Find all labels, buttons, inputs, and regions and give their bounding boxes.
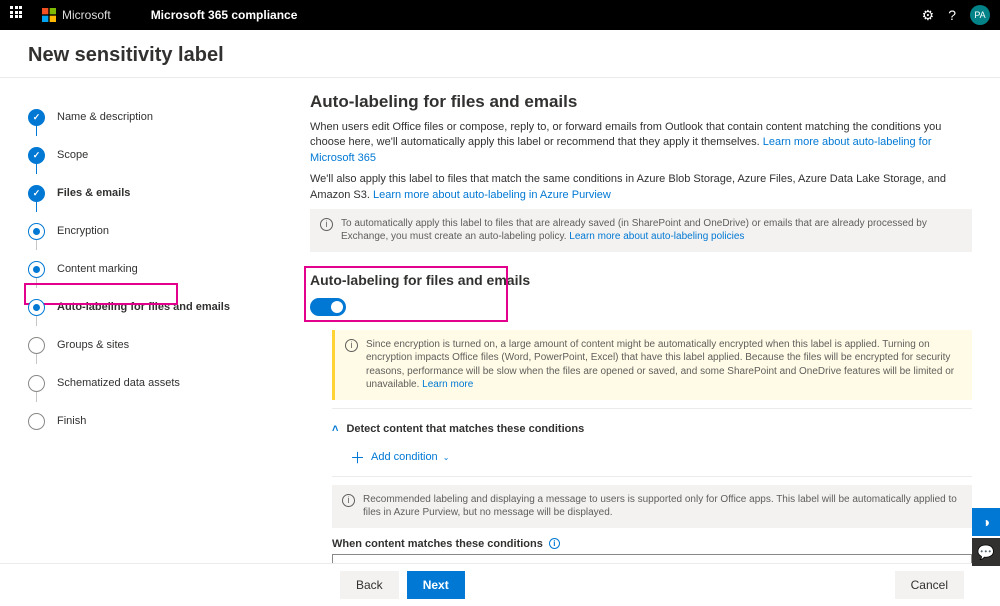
button-label: Add condition (371, 451, 438, 463)
app-title: Microsoft 365 compliance (151, 8, 298, 22)
match-conditions-label: When content matches these conditions i (332, 538, 972, 550)
banner-text: Recommended labeling and displaying a me… (363, 493, 962, 520)
plus-icon: ＋ (350, 447, 365, 468)
wizard-step-label: Content marking (57, 263, 138, 275)
account-avatar[interactable]: PA (970, 5, 990, 25)
app-launcher-icon[interactable] (10, 6, 28, 24)
step-current-icon (28, 299, 45, 316)
collapse-title: Detect content that matches these condit… (346, 423, 584, 435)
info-banner-policy: i To automatically apply this label to f… (310, 209, 972, 252)
wizard-step-label: Scope (57, 149, 88, 161)
wizard-nav: Name & description Scope Files & emails … (0, 78, 300, 563)
auto-labeling-toggle[interactable] (310, 298, 346, 316)
side-tools: ◑ 💬 (972, 506, 1000, 566)
intro-paragraph-2: We'll also apply this label to files tha… (310, 172, 972, 203)
global-header: Microsoft Microsoft 365 compliance ⚙ ? P… (0, 0, 1000, 30)
wizard-step-content-marking[interactable]: Content marking (28, 250, 300, 288)
step-pending-icon (28, 375, 45, 392)
info-icon: i (345, 339, 358, 352)
chat-icon[interactable]: 💬 (972, 538, 1000, 566)
wizard-step-label: Groups & sites (57, 339, 129, 351)
step-complete-icon (28, 109, 45, 126)
wizard-step-label: Auto-labeling for files and emails (57, 301, 230, 313)
help-tooltip-icon[interactable]: i (549, 538, 560, 549)
section-title: Auto-labeling for files and emails (310, 92, 972, 112)
detect-content-header[interactable]: ˄ Detect content that matches these cond… (332, 417, 972, 441)
wizard-step-label: Schematized data assets (57, 377, 180, 389)
info-icon: i (320, 218, 333, 231)
add-condition-button[interactable]: ＋ Add condition ⌄ (350, 447, 972, 468)
wizard-step-encryption[interactable]: Encryption (28, 212, 300, 250)
learn-more-link[interactable]: Learn more (422, 379, 473, 390)
step-dot-icon (28, 261, 45, 278)
microsoft-logo: Microsoft (42, 8, 111, 22)
settings-icon[interactable]: ⚙ (922, 7, 935, 24)
wizard-step-groups[interactable]: Groups & sites (28, 326, 300, 364)
page-title: New sensitivity label (0, 30, 1000, 77)
intro-paragraph-1: When users edit Office files or compose,… (310, 120, 972, 166)
chevron-down-icon: ⌄ (955, 562, 963, 563)
toggle-heading: Auto-labeling for files and emails (310, 272, 972, 288)
encryption-warning-banner: i Since encryption is turned on, a large… (332, 330, 972, 400)
step-dot-icon (28, 223, 45, 240)
chevron-down-icon: ⌄ (443, 453, 450, 462)
wizard-step-files-emails[interactable]: Files & emails (28, 174, 300, 212)
next-button[interactable]: Next (407, 571, 465, 599)
step-pending-icon (28, 337, 45, 354)
wizard-step-schematized[interactable]: Schematized data assets (28, 364, 300, 402)
wizard-footer: Back Next Cancel (0, 563, 1000, 605)
back-button[interactable]: Back (340, 571, 399, 599)
match-action-dropdown[interactable]: Automatically apply the label ⌄ (332, 554, 972, 563)
step-pending-icon (28, 413, 45, 430)
wizard-step-name[interactable]: Name & description (28, 98, 300, 136)
learn-more-link[interactable]: Learn more about auto-labeling in Azure … (373, 189, 611, 201)
learn-more-link[interactable]: Learn more about auto-labeling policies (569, 231, 744, 242)
feedback-icon[interactable]: ◑ (972, 508, 1000, 536)
wizard-step-auto-labeling[interactable]: Auto-labeling for files and emails (28, 288, 300, 326)
wizard-step-scope[interactable]: Scope (28, 136, 300, 174)
dropdown-value: Automatically apply the label (341, 562, 480, 563)
wizard-step-label: Finish (57, 415, 86, 427)
help-icon[interactable]: ? (948, 7, 956, 23)
wizard-step-label: Encryption (57, 225, 109, 237)
step-complete-icon (28, 147, 45, 164)
brand-text: Microsoft (62, 8, 111, 22)
chevron-up-icon: ˄ (332, 423, 338, 435)
main-content: Auto-labeling for files and emails When … (300, 78, 1000, 563)
label-text: When content matches these conditions (332, 538, 543, 550)
wizard-step-label: Files & emails (57, 187, 130, 199)
info-icon: i (342, 494, 355, 507)
auto-labeling-toggle-section: Auto-labeling for files and emails (310, 272, 972, 316)
cancel-button[interactable]: Cancel (895, 571, 964, 599)
step-complete-icon (28, 185, 45, 202)
wizard-step-finish[interactable]: Finish (28, 402, 300, 440)
wizard-step-label: Name & description (57, 111, 153, 123)
info-banner-recommended: i Recommended labeling and displaying a … (332, 485, 972, 528)
